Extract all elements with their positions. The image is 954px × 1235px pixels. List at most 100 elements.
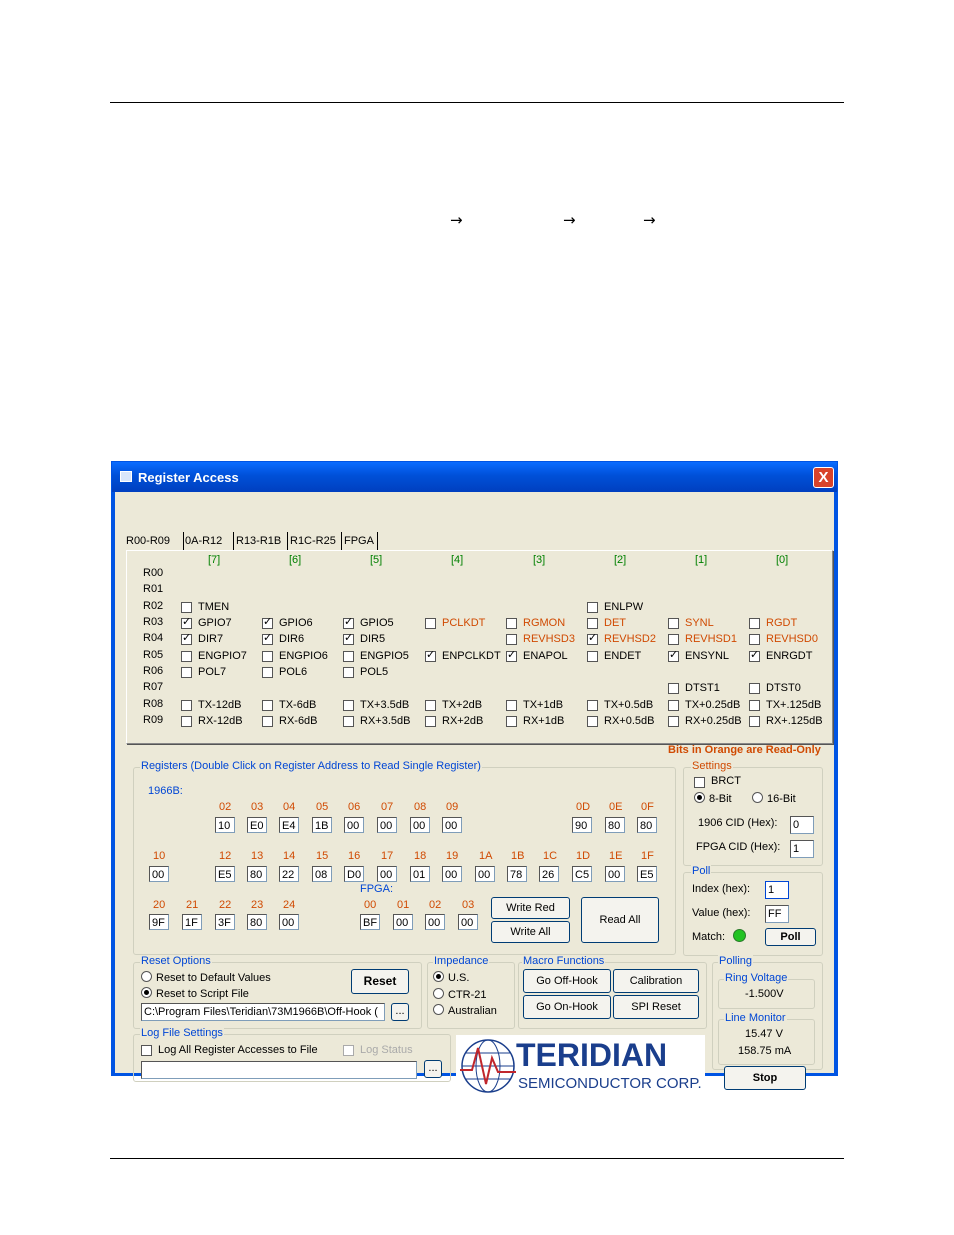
reg-addr-18[interactable]: 18 xyxy=(414,850,426,862)
reg-addr-02[interactable]: 02 xyxy=(429,899,441,911)
bit-checkbox-pol6[interactable] xyxy=(262,667,273,678)
bit-checkbox-dir6[interactable] xyxy=(262,631,273,645)
bit-checkbox-endet[interactable] xyxy=(587,651,598,662)
bit-checkbox-rx+0.25db[interactable] xyxy=(668,716,679,727)
reg-value-13[interactable]: 80 xyxy=(247,866,267,882)
reg-value-01[interactable]: 00 xyxy=(393,914,413,930)
reg-value-10[interactable]: 00 xyxy=(149,866,169,882)
reg-addr-1c[interactable]: 1C xyxy=(543,850,557,862)
reg-addr-12[interactable]: 12 xyxy=(219,850,231,862)
calibration-button[interactable]: Calibration xyxy=(613,969,699,993)
write-all-button[interactable]: Write All xyxy=(491,921,570,943)
bit-checkbox-tx+3.5db[interactable] xyxy=(343,700,354,711)
impedance-ctr21-radio[interactable]: CTR-21 xyxy=(433,988,487,1001)
reg-addr-1f[interactable]: 1F xyxy=(641,850,654,862)
bit-checkbox-rx-12db[interactable] xyxy=(181,716,192,727)
bit-checkbox-rx+1db[interactable] xyxy=(506,716,517,727)
reg-value-0f[interactable]: 80 xyxy=(637,817,657,833)
tab-r1c-r25[interactable]: R1C-R25 xyxy=(287,532,342,550)
brct-checkbox[interactable] xyxy=(694,777,705,788)
reg-value-17[interactable]: 00 xyxy=(377,866,397,882)
poll-button[interactable]: Poll xyxy=(765,928,816,946)
poll-index-field[interactable]: 1 xyxy=(765,881,789,899)
reg-addr-1d[interactable]: 1D xyxy=(576,850,590,862)
bit-checkbox-rgmon[interactable] xyxy=(506,618,517,629)
bit-checkbox-tx+.125db[interactable] xyxy=(749,700,760,711)
bit-checkbox-tx-6db[interactable] xyxy=(262,700,273,711)
bit-checkbox-tx-12db[interactable] xyxy=(181,700,192,711)
bit-checkbox-dir7[interactable] xyxy=(181,631,192,645)
reset-script-radio[interactable]: Reset to Script File xyxy=(141,987,249,1000)
impedance-us-radio[interactable]: U.S. xyxy=(433,971,469,984)
bit-checkbox-revhsd2[interactable] xyxy=(587,631,598,645)
reg-addr-07[interactable]: 07 xyxy=(381,801,393,813)
reg-value-21[interactable]: 1F xyxy=(182,914,202,930)
bit-checkbox-enpclkdt[interactable] xyxy=(425,648,436,662)
bit-checkbox-pclkdt[interactable] xyxy=(425,618,436,629)
reg-addr-03[interactable]: 03 xyxy=(251,801,263,813)
reg-addr-10[interactable]: 10 xyxy=(153,850,165,862)
reg-value-03[interactable]: E0 xyxy=(247,817,267,833)
go-off-hook-button[interactable]: Go Off-Hook xyxy=(523,969,611,993)
reg-value-1e[interactable]: 00 xyxy=(605,866,625,882)
reg-addr-0d[interactable]: 0D xyxy=(576,801,590,813)
reg-value-18[interactable]: 01 xyxy=(410,866,430,882)
script-browse-button[interactable]: ... xyxy=(391,1003,409,1021)
reg-value-06[interactable]: 00 xyxy=(344,817,364,833)
reg-value-19[interactable]: 00 xyxy=(442,866,462,882)
reg-value-09[interactable]: 00 xyxy=(442,817,462,833)
reg-addr-15[interactable]: 15 xyxy=(316,850,328,862)
reg-addr-1a[interactable]: 1A xyxy=(479,850,492,862)
bit-checkbox-enapol[interactable] xyxy=(506,648,517,662)
reg-addr-03[interactable]: 03 xyxy=(462,899,474,911)
reg-value-08[interactable]: 00 xyxy=(410,817,430,833)
reg-addr-00[interactable]: 00 xyxy=(364,899,376,911)
reg-value-03[interactable]: 00 xyxy=(458,914,478,930)
reg-addr-06[interactable]: 06 xyxy=(348,801,360,813)
bit-checkbox-tx+2db[interactable] xyxy=(425,700,436,711)
reg-value-14[interactable]: 22 xyxy=(279,866,299,882)
bit-checkbox-ensynl[interactable] xyxy=(668,648,679,662)
reg-addr-16[interactable]: 16 xyxy=(348,850,360,862)
bit-checkbox-gpio7[interactable] xyxy=(181,615,192,629)
bit-checkbox-tx+1db[interactable] xyxy=(506,700,517,711)
bit-checkbox-rx+0.5db[interactable] xyxy=(587,716,598,727)
bit-checkbox-det[interactable] xyxy=(587,618,598,629)
reg-value-1b[interactable]: 78 xyxy=(507,866,527,882)
read-all-button[interactable]: Read All xyxy=(581,897,659,943)
tab-r13-r1b[interactable]: R13-R1B xyxy=(233,532,288,550)
spi-reset-button[interactable]: SPI Reset xyxy=(613,995,699,1019)
cid1906-field[interactable]: 0 xyxy=(790,816,814,834)
fpga-cid-field[interactable]: 1 xyxy=(790,840,814,858)
bit-checkbox-rgdt[interactable] xyxy=(749,618,760,629)
bit-checkbox-rx+.125db[interactable] xyxy=(749,716,760,727)
bit-checkbox-revhsd3[interactable] xyxy=(506,634,517,645)
reg-addr-22[interactable]: 22 xyxy=(219,899,231,911)
reg-addr-02[interactable]: 02 xyxy=(219,801,231,813)
reg-addr-20[interactable]: 20 xyxy=(153,899,165,911)
reg-addr-1b[interactable]: 1B xyxy=(511,850,524,862)
reg-value-0d[interactable]: 90 xyxy=(572,817,592,833)
reg-value-04[interactable]: E4 xyxy=(279,817,299,833)
tab-r00-r09[interactable]: R00-R09 xyxy=(123,532,184,550)
reg-value-1d[interactable]: C5 xyxy=(572,866,592,882)
reg-value-12[interactable]: E5 xyxy=(215,866,235,882)
write-red-button[interactable]: Write Red xyxy=(491,897,570,919)
go-on-hook-button[interactable]: Go On-Hook xyxy=(523,995,611,1019)
bit-checkbox-revhsd1[interactable] xyxy=(668,634,679,645)
reg-value-1c[interactable]: 26 xyxy=(539,866,559,882)
title-bar[interactable]: Register Access X xyxy=(112,462,837,492)
reset-button[interactable]: Reset xyxy=(351,969,409,994)
close-button[interactable]: X xyxy=(813,467,834,488)
reg-addr-17[interactable]: 17 xyxy=(381,850,393,862)
tab-fpga[interactable]: FPGA xyxy=(341,532,378,550)
log-path-field[interactable] xyxy=(141,1061,417,1079)
log-browse-button[interactable]: ... xyxy=(424,1060,442,1078)
reg-value-0e[interactable]: 80 xyxy=(605,817,625,833)
log-status-checkbox[interactable] xyxy=(343,1045,354,1056)
bit-checkbox-tx+0.5db[interactable] xyxy=(587,700,598,711)
bit-checkbox-tmen[interactable] xyxy=(181,602,192,613)
reg-value-22[interactable]: 3F xyxy=(215,914,235,930)
8bit-radio[interactable]: 8-Bit xyxy=(694,792,732,805)
reg-value-02[interactable]: 10 xyxy=(215,817,235,833)
